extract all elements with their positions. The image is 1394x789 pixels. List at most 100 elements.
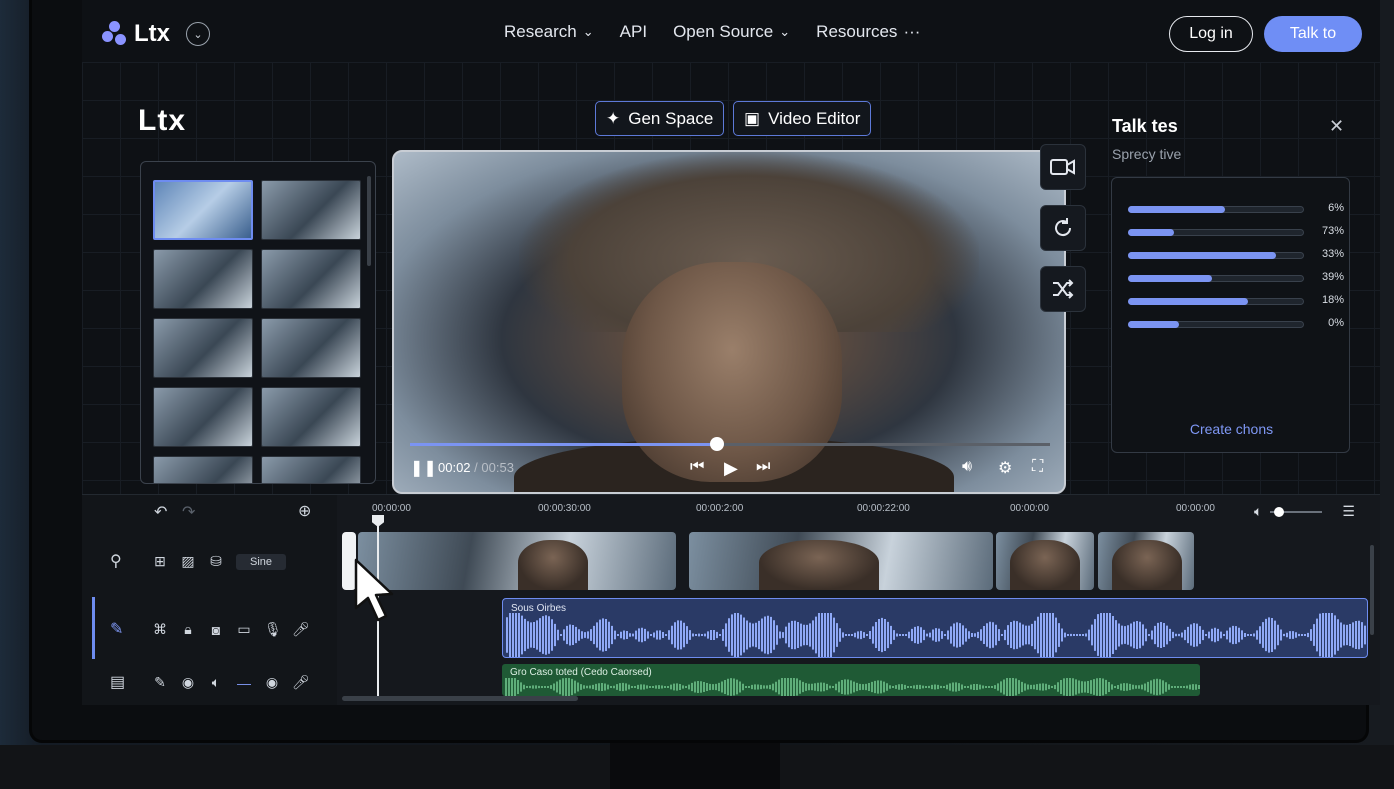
zoom-icon[interactable]: ⊕ bbox=[298, 501, 311, 521]
video-camera-icon bbox=[1050, 159, 1075, 175]
media-library bbox=[140, 161, 376, 484]
chevron-down-icon: ⌄ bbox=[779, 24, 791, 39]
settings-gear-icon[interactable]: ⚙ bbox=[998, 458, 1012, 478]
audio-clip[interactable]: Sous Oirbes bbox=[502, 598, 1368, 658]
thumbnail[interactable] bbox=[153, 318, 253, 378]
thumbnail-grid bbox=[153, 180, 363, 483]
current-time: 00:02 bbox=[438, 460, 471, 475]
microphone-icon[interactable]: 🎙︎ bbox=[264, 621, 282, 638]
video-editor-button[interactable]: ▣ Video Editor bbox=[733, 101, 872, 136]
skip-back-icon[interactable]: ⏮ bbox=[690, 458, 704, 476]
user-search-icon[interactable]: ⚲ bbox=[110, 551, 122, 571]
audio-track-tools: ⌘ 🔒︎ ◙ ▭ 🎙︎ 🎤︎ bbox=[152, 621, 310, 638]
thumbnail[interactable] bbox=[261, 180, 361, 240]
image-icon[interactable]: ▨ bbox=[180, 553, 196, 570]
music-clip-label: Gro Caso toted (Cedo Caorsed) bbox=[510, 667, 652, 678]
stat-bar-row: 6% bbox=[1128, 202, 1344, 216]
timeline-vertical-scrollbar[interactable] bbox=[1370, 545, 1374, 635]
stat-bar-fill bbox=[1128, 298, 1248, 305]
play-icon[interactable]: ▶ bbox=[724, 458, 738, 479]
editor-logo: Ltx bbox=[138, 104, 186, 137]
menu-open-source-label: Open Source bbox=[673, 22, 774, 41]
stat-bar-row: 0% bbox=[1128, 317, 1344, 331]
lock-icon[interactable]: 🔒︎ bbox=[180, 621, 196, 638]
grid-icon[interactable]: ⊞ bbox=[152, 553, 168, 570]
audio-waveform bbox=[506, 613, 1367, 657]
redo-icon[interactable]: ↷ bbox=[182, 502, 195, 522]
thumbnail[interactable] bbox=[261, 318, 361, 378]
monitor-icon[interactable]: ▭ bbox=[236, 621, 252, 638]
menu-api[interactable]: API bbox=[620, 22, 647, 42]
video-clip[interactable] bbox=[358, 532, 676, 590]
list-menu-icon[interactable]: ☰ bbox=[1342, 503, 1355, 520]
thumbnail[interactable] bbox=[153, 180, 253, 240]
time-display: 00:02 / 00:53 bbox=[438, 460, 514, 475]
create-link[interactable]: Create chons bbox=[1112, 421, 1351, 437]
talk-to-button[interactable]: Talk to bbox=[1264, 16, 1362, 52]
eye-icon[interactable]: ◉ bbox=[180, 674, 196, 691]
video-frame-face bbox=[622, 262, 842, 482]
site-logo[interactable]: Ltx ⌄ bbox=[102, 20, 210, 48]
duration: / 00:53 bbox=[474, 460, 514, 475]
thumbnail[interactable] bbox=[153, 249, 253, 309]
video-clip[interactable] bbox=[689, 532, 993, 590]
gen-space-button[interactable]: ✦ Gen Space bbox=[595, 101, 725, 136]
login-button[interactable]: Log in bbox=[1169, 16, 1253, 52]
time-ruler[interactable]: 00:00:00 00:00:30:00 00:00:2:00 00:00:22… bbox=[342, 499, 1262, 525]
skip-forward-icon[interactable]: ⏭ bbox=[756, 458, 770, 476]
command-icon[interactable]: ⌘ bbox=[152, 621, 168, 638]
timeline-scrollbar[interactable] bbox=[342, 696, 578, 701]
ruler-tick: 00:00:00 bbox=[372, 503, 411, 514]
pencil-icon[interactable]: ✎ bbox=[152, 674, 168, 691]
undo-icon[interactable]: ↶ bbox=[154, 502, 167, 522]
captions-icon[interactable]: ▤ bbox=[110, 672, 125, 692]
video-camera-button[interactable] bbox=[1040, 144, 1086, 190]
speaker-icon[interactable]: 🔈︎ bbox=[208, 674, 224, 691]
stat-bar-value: 33% bbox=[1321, 248, 1344, 260]
video-clip[interactable] bbox=[1098, 532, 1194, 590]
shuffle-button[interactable] bbox=[1040, 266, 1086, 312]
seek-bar[interactable] bbox=[410, 437, 1050, 451]
stat-bar-row: 18% bbox=[1128, 294, 1344, 308]
stat-bar-fill bbox=[1128, 229, 1174, 236]
music-clip[interactable]: Gro Caso toted (Cedo Caorsed) bbox=[502, 664, 1200, 696]
menu-open-source[interactable]: Open Source ⌄ bbox=[673, 22, 790, 42]
timeline: ↶ ↷ ⊕ 00:00:00 00:00:30:00 00:00:2:00 00… bbox=[82, 494, 1380, 705]
volume-knob[interactable] bbox=[1274, 506, 1285, 517]
waveform-path bbox=[505, 678, 1200, 696]
clip-frame bbox=[518, 540, 588, 590]
seek-bar-fill bbox=[410, 443, 718, 446]
close-icon[interactable]: ✕ bbox=[1329, 116, 1344, 137]
playhead-handle[interactable] bbox=[372, 515, 384, 527]
ruler-tick: 00:00:22:00 bbox=[857, 503, 910, 514]
menu-resources[interactable]: Resources ··· bbox=[816, 22, 920, 42]
thumbnail[interactable] bbox=[261, 456, 361, 483]
film-icon: ▣ bbox=[744, 108, 761, 128]
camera-icon[interactable]: ◙ bbox=[208, 622, 224, 638]
active-track-indicator bbox=[92, 597, 95, 659]
thumbnail[interactable] bbox=[261, 249, 361, 309]
refresh-button[interactable] bbox=[1040, 205, 1086, 251]
menu-research[interactable]: Research ⌄ bbox=[504, 22, 594, 42]
chevron-down-icon[interactable]: ⌄ bbox=[186, 22, 210, 46]
screen: Ltx ⌄ Research ⌄ API Open Source ⌄ Resourc… bbox=[82, 0, 1380, 705]
volume-icon[interactable]: 🔊︎ bbox=[962, 458, 972, 476]
thumbnail[interactable] bbox=[153, 387, 253, 447]
thumbnail[interactable] bbox=[261, 387, 361, 447]
sine-button[interactable]: Sine bbox=[236, 553, 287, 570]
volume-slider[interactable] bbox=[1270, 506, 1323, 517]
microphone-icon[interactable]: 🎤︎ bbox=[292, 621, 310, 638]
pause-icon[interactable]: ❚❚ bbox=[410, 458, 437, 478]
volume-icon[interactable]: 🔈︎ bbox=[1254, 503, 1262, 520]
eye-icon[interactable]: ◉ bbox=[264, 674, 280, 691]
video-player[interactable]: ❚❚ 00:02 / 00:53 ⏮ ▶ ⏭ 🔊︎ ⚙ ⛶ bbox=[392, 150, 1066, 494]
pencil-icon[interactable]: ✎ bbox=[110, 619, 123, 639]
video-clip[interactable] bbox=[996, 532, 1094, 590]
layers-icon[interactable]: ⛁ bbox=[208, 553, 224, 570]
stat-bar-value: 18% bbox=[1321, 294, 1344, 306]
main-menu: Research ⌄ API Open Source ⌄ Resources ··· bbox=[504, 22, 920, 42]
thumbnail[interactable] bbox=[153, 456, 253, 483]
thumbnail-scrollbar[interactable] bbox=[367, 176, 371, 266]
microphone-icon[interactable]: 🎤︎ bbox=[292, 674, 310, 691]
fullscreen-icon[interactable]: ⛶ bbox=[1032, 458, 1043, 476]
